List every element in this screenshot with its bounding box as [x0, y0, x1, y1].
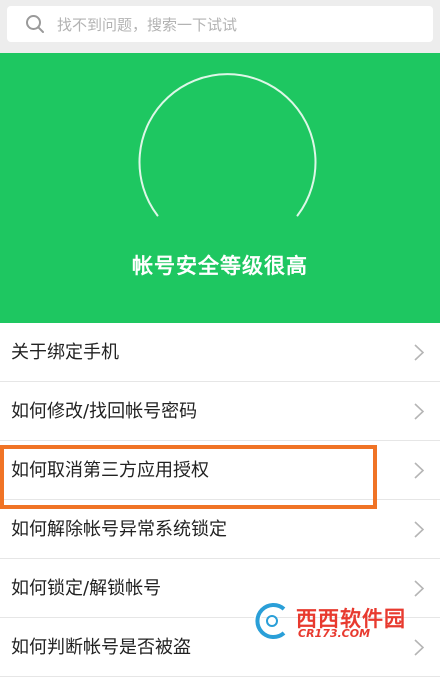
- search-icon: [26, 15, 44, 33]
- chevron-right-icon: [414, 344, 424, 361]
- faq-item-label: 如何修改/找回帐号密码: [11, 401, 198, 422]
- faq-item-change-password[interactable]: 如何修改/找回帐号密码: [0, 382, 440, 441]
- highlight-box: [0, 445, 377, 509]
- faq-item-label: 关于绑定手机: [11, 342, 119, 363]
- chevron-right-icon: [414, 462, 424, 479]
- security-status-panel: 帐号安全等级很高: [0, 53, 440, 323]
- chevron-right-icon: [414, 403, 424, 420]
- faq-item-bind-phone[interactable]: 关于绑定手机: [0, 323, 440, 382]
- faq-item-label: 如何判断帐号是否被盗: [11, 637, 191, 658]
- search-bar: [0, 0, 440, 53]
- watermark-c-logo-icon: [253, 601, 287, 641]
- chevron-right-icon: [414, 521, 424, 538]
- chevron-right-icon: [414, 639, 424, 656]
- chevron-right-icon: [414, 580, 424, 597]
- search-box[interactable]: [7, 6, 433, 44]
- security-level-title: 帐号安全等级很高: [132, 254, 308, 278]
- watermark-logo: 西西软件园 CR173.COM: [250, 601, 422, 641]
- faq-item-label: 如何锁定/解锁帐号: [11, 578, 162, 599]
- watermark-domain: CR173.COM: [298, 627, 371, 640]
- search-input[interactable]: [55, 6, 419, 44]
- security-level-arc: [138, 73, 317, 217]
